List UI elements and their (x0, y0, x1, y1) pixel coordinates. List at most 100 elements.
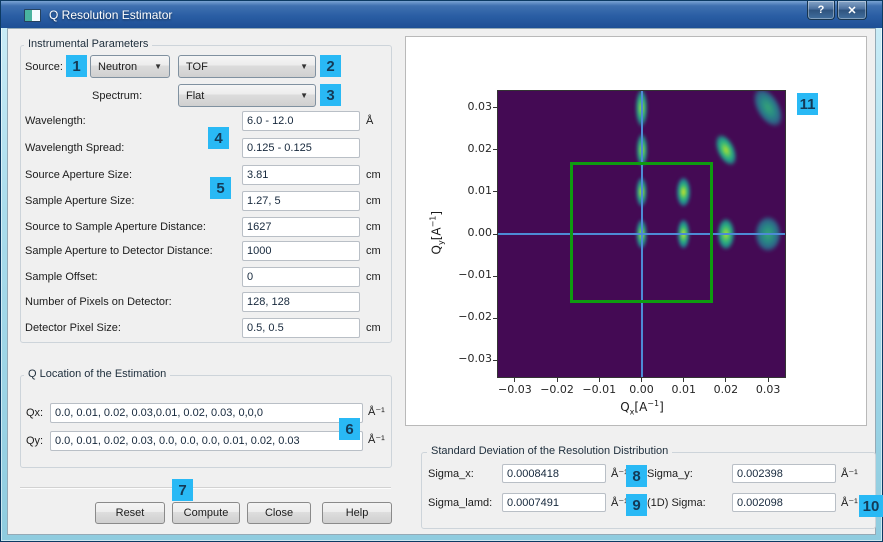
y-tick-mark (493, 318, 497, 319)
source-type-combobox-value: TOF (186, 61, 208, 73)
sigma-lamd-label: Sigma_lamd: (428, 497, 492, 509)
x-tick-label: 0.03 (746, 383, 790, 396)
sample-aperture-size-unit: cm (366, 195, 381, 207)
x-tick-mark (599, 378, 600, 382)
source-to-sample-distance-label: Source to Sample Aperture Distance: (25, 221, 206, 233)
annotation-marker-4: 4 (208, 127, 229, 149)
qx-field[interactable] (50, 403, 363, 423)
q-location-title: Q Location of the Estimation (24, 368, 170, 380)
detector-pixels-label: Number of Pixels on Detector: (25, 296, 172, 308)
sigma-x-label: Sigma_x: (428, 468, 474, 480)
spectrum-combobox-value: Flat (186, 90, 204, 102)
y-axis-label: Qy[A−1] (428, 193, 445, 273)
chevron-down-icon: ▼ (154, 62, 162, 71)
sample-aperture-size-label: Sample Aperture Size: (25, 195, 134, 207)
annotation-marker-2: 2 (320, 55, 341, 77)
title-bar[interactable]: Q Resolution Estimator ? ✕ (1, 1, 882, 28)
sample-aperture-size-field[interactable] (242, 191, 360, 211)
x-tick-mark (683, 378, 684, 382)
annotation-marker-6: 6 (339, 418, 360, 440)
x-tick-label: −0.01 (577, 383, 621, 396)
detector-pixel-size-unit: cm (366, 322, 381, 334)
sample-offset-field[interactable] (242, 267, 360, 287)
qy-unit: Å⁻¹ (368, 433, 385, 446)
source-aperture-size-field[interactable] (242, 165, 360, 185)
source-type-combobox[interactable]: TOF ▼ (178, 55, 316, 78)
x-axis-label: Qx[A−1] (602, 399, 682, 416)
detector-pixel-size-field[interactable] (242, 318, 360, 338)
y-axis-ticks: 0.030.020.010.00−0.01−0.02−0.03 (452, 91, 492, 378)
help-button[interactable]: Help (322, 502, 392, 524)
sample-to-detector-distance-field[interactable] (242, 241, 360, 261)
annotation-marker-1: 1 (66, 55, 87, 77)
x-tick-mark (557, 378, 558, 382)
x-tick-label: −0.02 (535, 383, 579, 396)
sigma-y-label: Sigma_y: (647, 468, 693, 480)
source-label: Source: (25, 61, 63, 73)
instrumental-parameters-title: Instrumental Parameters (24, 38, 152, 50)
qx-label: Qx: (26, 407, 43, 419)
y-axis-tickmarks (492, 91, 497, 378)
y-tick-mark (493, 191, 497, 192)
y-tick-label: 0.03 (452, 100, 492, 113)
y-tick-mark (493, 276, 497, 277)
compute-button[interactable]: Compute (172, 502, 240, 524)
y-tick-label: −0.01 (452, 268, 492, 281)
annotation-marker-3: 3 (320, 84, 341, 106)
source-to-sample-distance-field[interactable] (242, 217, 360, 237)
sample-to-detector-distance-label: Sample Aperture to Detector Distance: (25, 245, 213, 257)
detector-roi-rect (570, 162, 713, 303)
y-tick-mark (493, 360, 497, 361)
spectrum-combobox[interactable]: Flat ▼ (178, 84, 316, 107)
qx-unit: Å⁻¹ (368, 405, 385, 418)
close-icon[interactable]: ✕ (837, 1, 867, 20)
button-separator (20, 487, 391, 489)
wavelength-field[interactable] (242, 111, 360, 131)
close-button[interactable]: Close (247, 502, 311, 524)
y-tick-mark (493, 149, 497, 150)
sample-offset-label: Sample Offset: (25, 271, 98, 283)
qy-field[interactable] (50, 431, 363, 451)
resolution-blob (741, 90, 786, 139)
sample-to-detector-distance-unit: cm (366, 245, 381, 257)
source-aperture-size-unit: cm (366, 169, 381, 181)
source-combobox[interactable]: Neutron ▼ (90, 55, 170, 78)
dialog-window: Q Resolution Estimator ? ✕ Instrumental … (0, 0, 883, 542)
x-tick-label: 0.00 (620, 383, 664, 396)
sigma-1d-unit: Å⁻¹ (841, 496, 858, 509)
source-aperture-size-label: Source Aperture Size: (25, 169, 132, 181)
sigma-y-field[interactable] (732, 464, 836, 483)
reset-button[interactable]: Reset (95, 502, 165, 524)
sample-offset-unit: cm (366, 271, 381, 283)
sigma-group-title: Standard Deviation of the Resolution Dis… (427, 445, 672, 457)
source-to-sample-distance-unit: cm (366, 221, 381, 233)
wavelength-spread-label: Wavelength Spread: (25, 142, 124, 154)
wavelength-label: Wavelength: (25, 115, 86, 127)
y-tick-label: −0.03 (452, 352, 492, 365)
chevron-down-icon: ▼ (300, 62, 308, 71)
sigma-1d-field[interactable] (732, 493, 836, 512)
wavelength-spread-field[interactable] (242, 138, 360, 158)
x-axis-tickmarks (498, 378, 785, 383)
sigma-lamd-field[interactable] (502, 493, 606, 512)
wavelength-unit: Å (366, 115, 373, 127)
x-tick-mark (768, 378, 769, 382)
annotation-marker-7: 7 (172, 479, 193, 501)
x-tick-label: 0.01 (662, 383, 706, 396)
source-combobox-value: Neutron (98, 61, 137, 73)
annotation-marker-8: 8 (626, 465, 647, 487)
x-tick-label: −0.03 (493, 383, 537, 396)
sigma-x-field[interactable] (502, 464, 606, 483)
window-title: Q Resolution Estimator (49, 8, 172, 22)
annotation-marker-11: 11 (797, 93, 818, 115)
help-caption-button[interactable]: ? (807, 1, 835, 20)
x-tick-mark (641, 378, 642, 382)
detector-pixels-field[interactable] (242, 292, 360, 312)
y-tick-label: 0.01 (452, 184, 492, 197)
sigma-y-unit: Å⁻¹ (841, 467, 858, 480)
sigma-1d-label: (1D) Sigma: (647, 497, 706, 509)
y-tick-mark (493, 234, 497, 235)
y-tick-label: −0.02 (452, 310, 492, 323)
qy-label: Qy: (26, 435, 43, 447)
x-tick-mark (725, 378, 726, 382)
